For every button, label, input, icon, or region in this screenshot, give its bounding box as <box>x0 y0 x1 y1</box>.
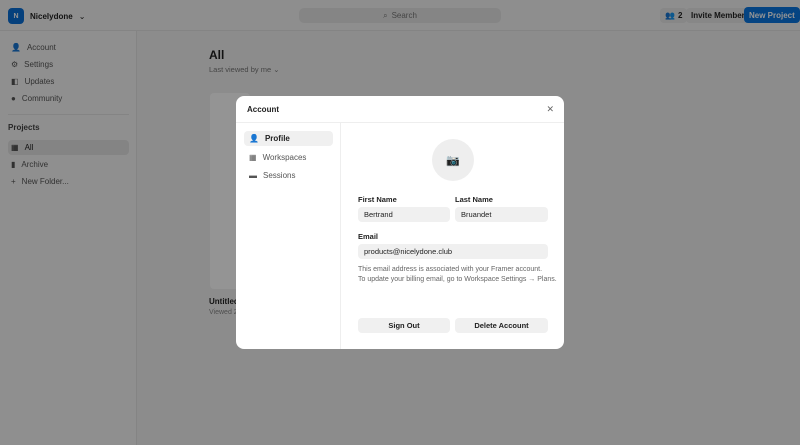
modal-title: Account <box>247 104 279 114</box>
grid-icon: ▦ <box>249 153 257 162</box>
sign-out-button[interactable]: Sign Out <box>358 318 450 333</box>
tab-profile[interactable]: 👤 Profile <box>244 131 333 146</box>
email-note: This email address is associated with yo… <box>358 265 557 285</box>
modal-nav: 👤 Profile ▦ Workspaces ▬ Sessions <box>236 123 341 349</box>
close-icon[interactable]: ✕ <box>546 104 554 115</box>
first-name-label: First Name <box>358 195 397 204</box>
delete-account-button[interactable]: Delete Account <box>455 318 548 333</box>
avatar-upload[interactable]: 📷 <box>432 139 474 181</box>
label: Profile <box>264 134 290 143</box>
first-name-input[interactable]: Bertrand <box>358 207 450 222</box>
last-name-input[interactable]: Bruandet <box>455 207 548 222</box>
user-icon: 👤 <box>249 134 259 143</box>
tab-sessions[interactable]: ▬ Sessions <box>244 168 333 183</box>
label: Workspaces <box>262 153 307 162</box>
laptop-icon: ▬ <box>249 171 257 180</box>
note-line: To update your billing email, go to Work… <box>358 276 557 283</box>
camera-icon: 📷 <box>446 154 460 167</box>
last-name-label: Last Name <box>455 195 493 204</box>
label: Sessions <box>263 171 296 180</box>
email-label: Email <box>358 232 379 241</box>
email-input[interactable]: products@nicelydone.club <box>358 244 548 259</box>
account-modal: Account ✕ 👤 Profile ▦ Workspaces ▬ Sessions… <box>236 96 564 349</box>
note-line: This email address is associated with yo… <box>358 266 543 273</box>
tab-workspaces[interactable]: ▦ Workspaces <box>244 150 333 165</box>
